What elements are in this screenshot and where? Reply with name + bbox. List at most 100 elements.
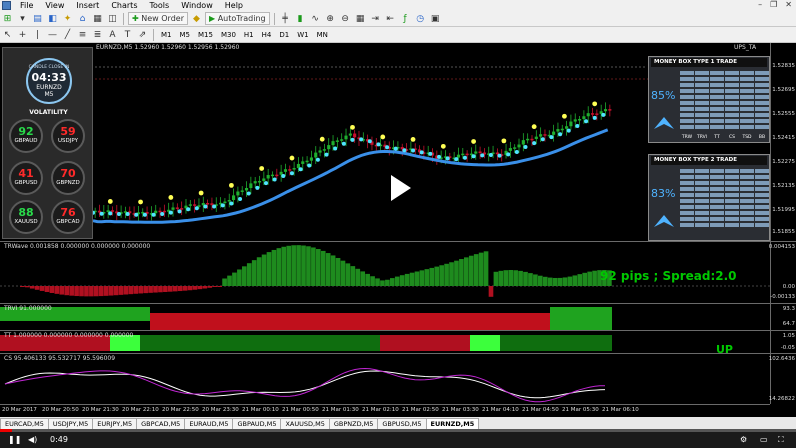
tt-panel[interactable]: TT 1.000000 0.000000 0.000000 0.000000 1…: [0, 330, 796, 353]
fullscreen-icon[interactable]: ⛶: [778, 435, 784, 445]
minimize-icon[interactable]: –: [758, 0, 762, 9]
metaeditor-icon[interactable]: ◆: [190, 12, 203, 25]
histogram-bar: [89, 286, 94, 297]
chart-tab[interactable]: EURCAD,M5: [0, 418, 49, 429]
bar-segment: [725, 205, 739, 209]
bar-segment: [695, 89, 709, 93]
bar-segment: [710, 181, 724, 185]
autoscroll-icon[interactable]: ⇥: [369, 12, 382, 25]
bar-segment: [710, 101, 724, 105]
templates-icon[interactable]: ▣: [429, 12, 442, 25]
bar-segment: [695, 83, 709, 87]
channel-icon[interactable]: ≡: [76, 28, 89, 41]
profiles-icon[interactable]: ▤: [31, 12, 44, 25]
trvi-axis: 93.3 64.7: [770, 304, 796, 330]
tf-m30[interactable]: M30: [217, 31, 240, 39]
zoom-out-icon[interactable]: ⊖: [339, 12, 352, 25]
arrows-icon[interactable]: ⇗: [136, 28, 149, 41]
chart-tab[interactable]: GBPAUD,M5: [232, 418, 282, 429]
text-icon[interactable]: A: [106, 28, 119, 41]
navigator-icon[interactable]: ⌂: [76, 12, 89, 25]
data-window-icon[interactable]: ✦: [61, 12, 74, 25]
volume-icon[interactable]: ◀): [28, 435, 37, 444]
tf-m15[interactable]: M15: [194, 31, 217, 39]
bar-segment: [680, 119, 694, 123]
play-pause-icon[interactable]: ❚❚: [8, 435, 21, 444]
chart-tab[interactable]: EURNZD,M5: [425, 418, 480, 429]
dropdown-icon[interactable]: ▾: [16, 12, 29, 25]
cursor-icon[interactable]: ↖: [1, 28, 14, 41]
histogram-bar: [286, 245, 292, 286]
menu-help[interactable]: Help: [219, 0, 249, 11]
theater-icon[interactable]: ▭: [760, 435, 768, 444]
tf-h1[interactable]: H1: [240, 31, 258, 39]
signal-dot: [359, 137, 364, 142]
settings-icon[interactable]: ⚙: [740, 435, 747, 444]
horizontal-line-icon[interactable]: —: [46, 28, 59, 41]
crosshair-icon[interactable]: +: [16, 28, 29, 41]
candlestick-icon[interactable]: ▮: [294, 12, 307, 25]
menu-window[interactable]: Window: [175, 0, 219, 11]
chart-tab[interactable]: USDJPY,M5: [47, 418, 94, 429]
volatility-value: 70: [60, 167, 76, 180]
line-chart-icon[interactable]: ∿: [309, 12, 322, 25]
indicators-icon[interactable]: ƒ: [399, 12, 412, 25]
chart-tab[interactable]: GBPUSD,M5: [377, 418, 427, 429]
menu-file[interactable]: File: [14, 0, 39, 11]
bar-segment: [725, 77, 739, 81]
menu-insert[interactable]: Insert: [70, 0, 105, 11]
new-chart-icon[interactable]: ⊞: [1, 12, 14, 25]
fibonacci-icon[interactable]: ≣: [91, 28, 104, 41]
menu-charts[interactable]: Charts: [105, 0, 143, 11]
market-watch-icon[interactable]: ◧: [46, 12, 59, 25]
trvi-panel[interactable]: TRVI 91.000000 93.3 64.7: [0, 303, 796, 331]
bar-segment: [725, 199, 739, 203]
bar-segment: [695, 169, 709, 173]
candle-body: [465, 153, 469, 156]
chart-tab[interactable]: GBPCAD,M5: [136, 418, 186, 429]
chart-tab[interactable]: EURJPY,M5: [92, 418, 138, 429]
vertical-line-icon[interactable]: |: [31, 28, 44, 41]
close-icon[interactable]: ✕: [785, 0, 792, 9]
signal-dot: [497, 153, 502, 158]
bar-segment: [740, 169, 754, 173]
autotrading-button[interactable]: ▶ AutoTrading: [204, 12, 270, 25]
periods-icon[interactable]: ◷: [414, 12, 427, 25]
trendline-icon[interactable]: ╱: [61, 28, 74, 41]
candle-body: [565, 126, 569, 129]
candle-time: 04:33: [31, 71, 67, 84]
video-progress-bar[interactable]: [0, 429, 796, 432]
chart-tab[interactable]: EURAUD,M5: [184, 418, 234, 429]
histogram-bar: [217, 286, 222, 287]
histogram-bar: [473, 254, 479, 286]
tf-d1[interactable]: D1: [275, 31, 293, 39]
chart-tab[interactable]: XAUUSD,M5: [280, 418, 330, 429]
swing-dot: [107, 199, 113, 204]
restore-icon[interactable]: ❐: [770, 0, 777, 9]
chart-tab[interactable]: GBPNZD,M5: [328, 418, 379, 429]
menu-view[interactable]: View: [39, 0, 70, 11]
zoom-in-icon[interactable]: ⊕: [324, 12, 337, 25]
bar-chart-icon[interactable]: ╪: [279, 12, 292, 25]
video-play-icon[interactable]: [378, 168, 418, 208]
tf-w1[interactable]: W1: [293, 31, 312, 39]
signal-dot: [454, 157, 459, 162]
tf-m5[interactable]: M5: [176, 31, 195, 39]
tile-icon[interactable]: ▦: [354, 12, 367, 25]
label-icon[interactable]: T: [121, 28, 134, 41]
bar-segment: [755, 77, 769, 81]
histogram-bar: [69, 286, 74, 296]
histogram-bar: [212, 286, 218, 287]
new-order-button[interactable]: ✚ New Order: [128, 12, 188, 25]
chart-shift-icon[interactable]: ⇤: [384, 12, 397, 25]
tester-icon[interactable]: ◫: [106, 12, 119, 25]
terminal-icon[interactable]: ▦: [91, 12, 104, 25]
bar-segment: [725, 175, 739, 179]
menu-tools[interactable]: Tools: [143, 0, 175, 11]
tf-mn[interactable]: MN: [313, 31, 332, 39]
tf-m1[interactable]: M1: [157, 31, 176, 39]
tf-h4[interactable]: H4: [258, 31, 276, 39]
cs-panel[interactable]: CS 95.406133 95.532717 95.596009 102.643…: [0, 353, 796, 404]
bar-segment: [680, 193, 694, 197]
bar-segment: [710, 119, 724, 123]
